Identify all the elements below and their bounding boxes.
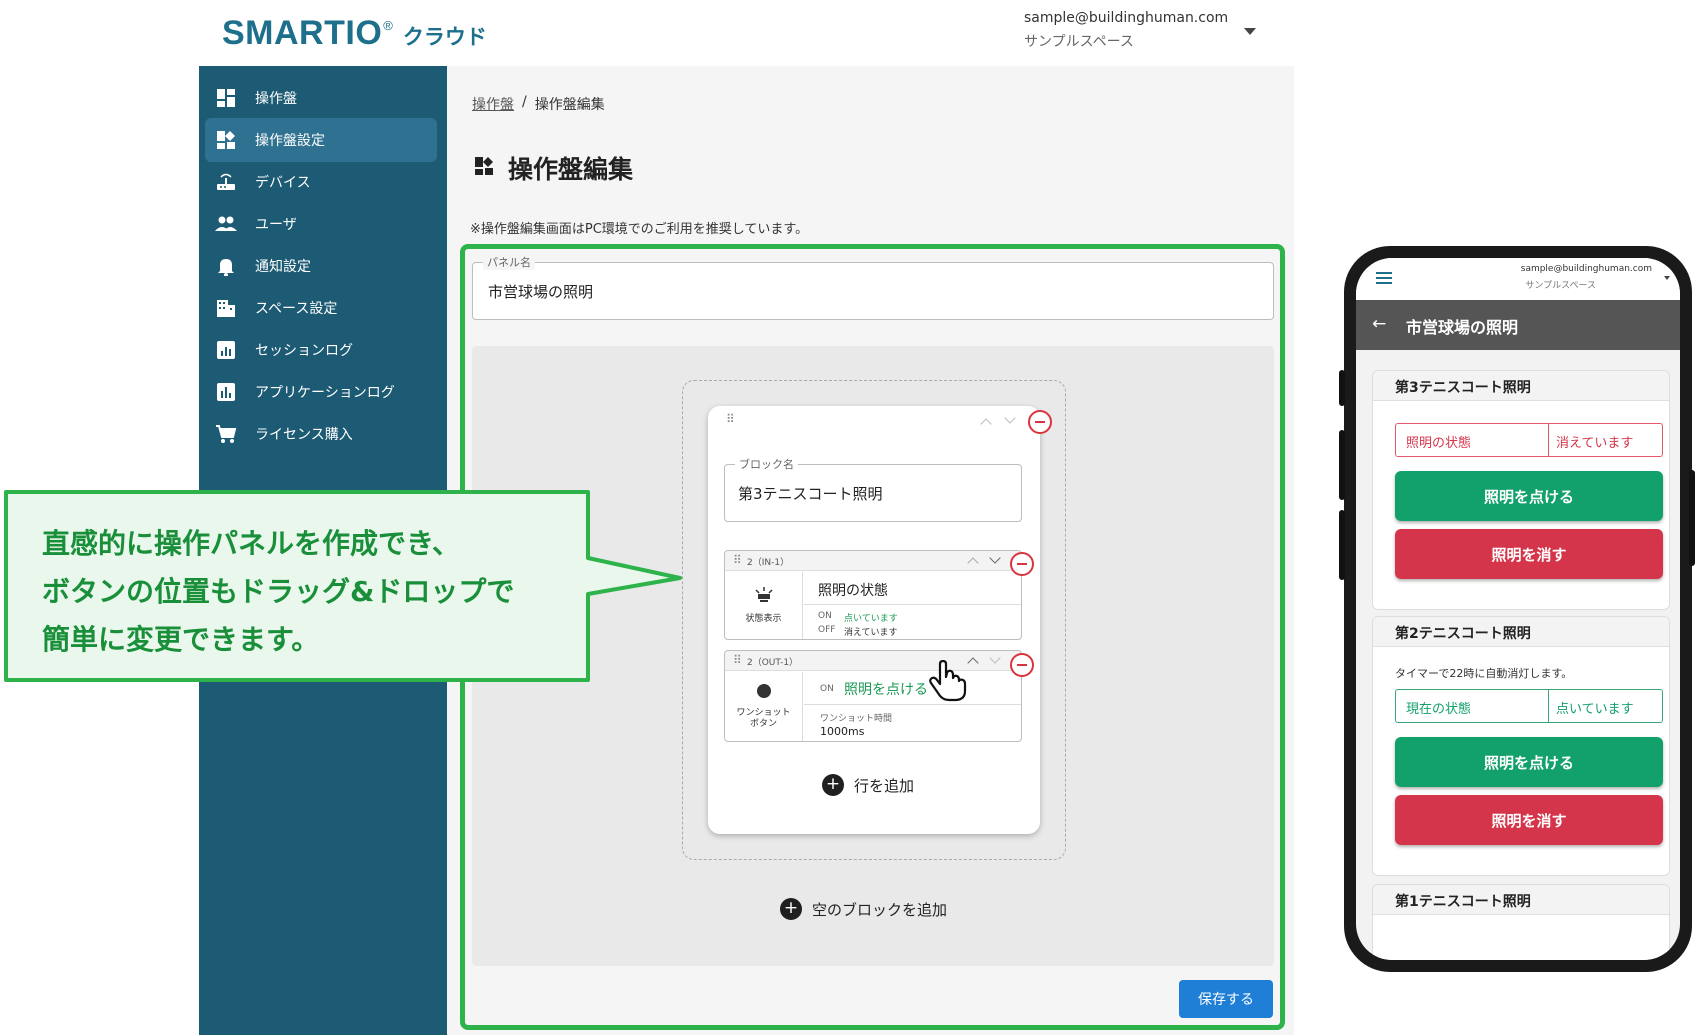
- hamburger-menu-icon[interactable]: [1376, 272, 1392, 287]
- callout-line: ボタンの位置もドラッグ&ドロップで: [42, 575, 515, 608]
- bell-icon: [215, 255, 237, 277]
- phone-block-card: 第2テニスコート照明 タイマーで22時に自動消灯します。 現在の状態 点いていま…: [1372, 616, 1670, 876]
- phone-panel-title: 市営球場の照明: [1406, 318, 1519, 337]
- logo-word: SMARTIO: [222, 14, 383, 52]
- building-icon: [215, 297, 237, 319]
- status-divider: [1548, 424, 1549, 456]
- sidebar-item-label: 操作盤設定: [255, 133, 325, 149]
- phone-account-space: サンプルスペース: [1525, 281, 1596, 291]
- sidebar-item-dashboard-settings[interactable]: 操作盤設定: [205, 118, 437, 162]
- phone-block-card: 第1テニスコート照明: [1372, 884, 1670, 960]
- sidebar-item-users[interactable]: ユーザ: [205, 202, 437, 246]
- page-title-row: 操作盤編集: [474, 150, 633, 186]
- sidebar-item-space-settings[interactable]: スペース設定: [205, 286, 437, 330]
- account-space: サンプルスペース: [1024, 34, 1134, 50]
- callout-line: 簡単に変更できます。: [42, 623, 320, 656]
- callout-text: 直感的に操作パネルを作成でき、 ボタンの位置もドラッグ&ドロップで 簡単に変更で…: [42, 520, 514, 664]
- phone-block-card: 第3テニスコート照明 照明の状態 消えています 照明を点ける 照明を消す: [1372, 370, 1670, 610]
- phone-block-note: タイマーで22時に自動消灯します。: [1395, 667, 1573, 680]
- status-value: 点いています: [1556, 702, 1634, 717]
- status-label: 照明の状態: [1406, 436, 1472, 451]
- sidebar-item-application-log[interactable]: アプリケーションログ: [205, 370, 437, 414]
- people-icon: [215, 213, 237, 235]
- sidebar-item-label: セッションログ: [255, 343, 353, 359]
- light-off-button[interactable]: 照明を消す: [1395, 529, 1663, 579]
- phone-side-button: [1339, 370, 1345, 406]
- light-on-button[interactable]: 照明を点ける: [1395, 737, 1663, 787]
- pc-recommendation-notice: ※操作盤編集画面はPC環境でのご利用を推奨しています。: [470, 222, 809, 237]
- phone-block-title: 第3テニスコート照明: [1373, 371, 1669, 401]
- phone-side-button: [1339, 510, 1345, 580]
- breadcrumb: 操作盤 / 操作盤編集: [472, 94, 605, 114]
- sidebar-item-label: アプリケーションログ: [255, 385, 395, 401]
- router-icon: [215, 171, 237, 193]
- sidebar-item-label: デバイス: [255, 175, 311, 191]
- bar-chart-icon: [215, 381, 237, 403]
- caret-down-icon[interactable]: [1244, 28, 1256, 35]
- sidebar-item-notifications[interactable]: 通知設定: [205, 244, 437, 288]
- callout-line: 直感的に操作パネルを作成でき、: [42, 527, 461, 560]
- back-arrow-icon[interactable]: ←: [1372, 314, 1386, 334]
- breadcrumb-current: 操作盤編集: [534, 97, 605, 113]
- phone-status-display: 現在の状態 点いています: [1395, 689, 1663, 723]
- sidebar-item-label: ユーザ: [255, 217, 297, 233]
- dashboard-settings-icon: [474, 156, 494, 180]
- dashboard-icon: [215, 87, 237, 109]
- phone-top-bar: sample@buildinghuman.com サンプルスペース: [1356, 258, 1680, 300]
- phone-block-title: 第1テニスコート照明: [1373, 885, 1669, 915]
- logo-registered-mark: ®: [383, 18, 393, 33]
- chart-box-icon: [215, 339, 237, 361]
- sidebar-item-label: スペース設定: [255, 301, 338, 317]
- page-title: 操作盤編集: [508, 155, 634, 184]
- caret-down-icon[interactable]: [1664, 276, 1670, 280]
- sidebar-item-label: ライセンス購入: [255, 427, 353, 443]
- light-off-button[interactable]: 照明を消す: [1395, 795, 1663, 845]
- account-email: sample@buildinghuman.com: [1024, 10, 1229, 26]
- sidebar-item-label: 操作盤: [255, 91, 297, 107]
- phone-block-title: 第2テニスコート照明: [1373, 617, 1669, 647]
- phone-status-display: 照明の状態 消えています: [1395, 423, 1663, 457]
- sidebar-item-license-purchase[interactable]: ライセンス購入: [205, 412, 437, 456]
- breadcrumb-link-dashboard[interactable]: 操作盤: [472, 94, 514, 114]
- sidebar-item-dashboard[interactable]: 操作盤: [205, 76, 437, 120]
- account-menu[interactable]: sample@buildinghuman.com サンプルスペース: [1024, 10, 1228, 51]
- status-value: 消えています: [1556, 436, 1634, 451]
- phone-screen: sample@buildinghuman.com サンプルスペース ← 市営球場…: [1356, 258, 1680, 960]
- sidebar-item-session-log[interactable]: セッションログ: [205, 328, 437, 372]
- phone-side-button: [1689, 470, 1695, 566]
- cart-icon: [215, 423, 237, 445]
- status-label: 現在の状態: [1406, 702, 1472, 717]
- status-divider: [1548, 690, 1549, 722]
- phone-title-bar: ← 市営球場の照明: [1356, 300, 1680, 350]
- logo-subtitle: クラウド: [402, 25, 487, 49]
- sidebar-item-label: 通知設定: [255, 259, 311, 275]
- sidebar-item-devices[interactable]: デバイス: [205, 160, 437, 204]
- light-on-button[interactable]: 照明を点ける: [1395, 471, 1663, 521]
- smartio-logo[interactable]: SMARTIO ® クラウド: [222, 14, 487, 53]
- dashboard-settings-icon: [215, 129, 237, 151]
- breadcrumb-separator: /: [522, 94, 527, 110]
- phone-account-email: sample@buildinghuman.com: [1520, 264, 1652, 274]
- phone-side-button: [1339, 430, 1345, 500]
